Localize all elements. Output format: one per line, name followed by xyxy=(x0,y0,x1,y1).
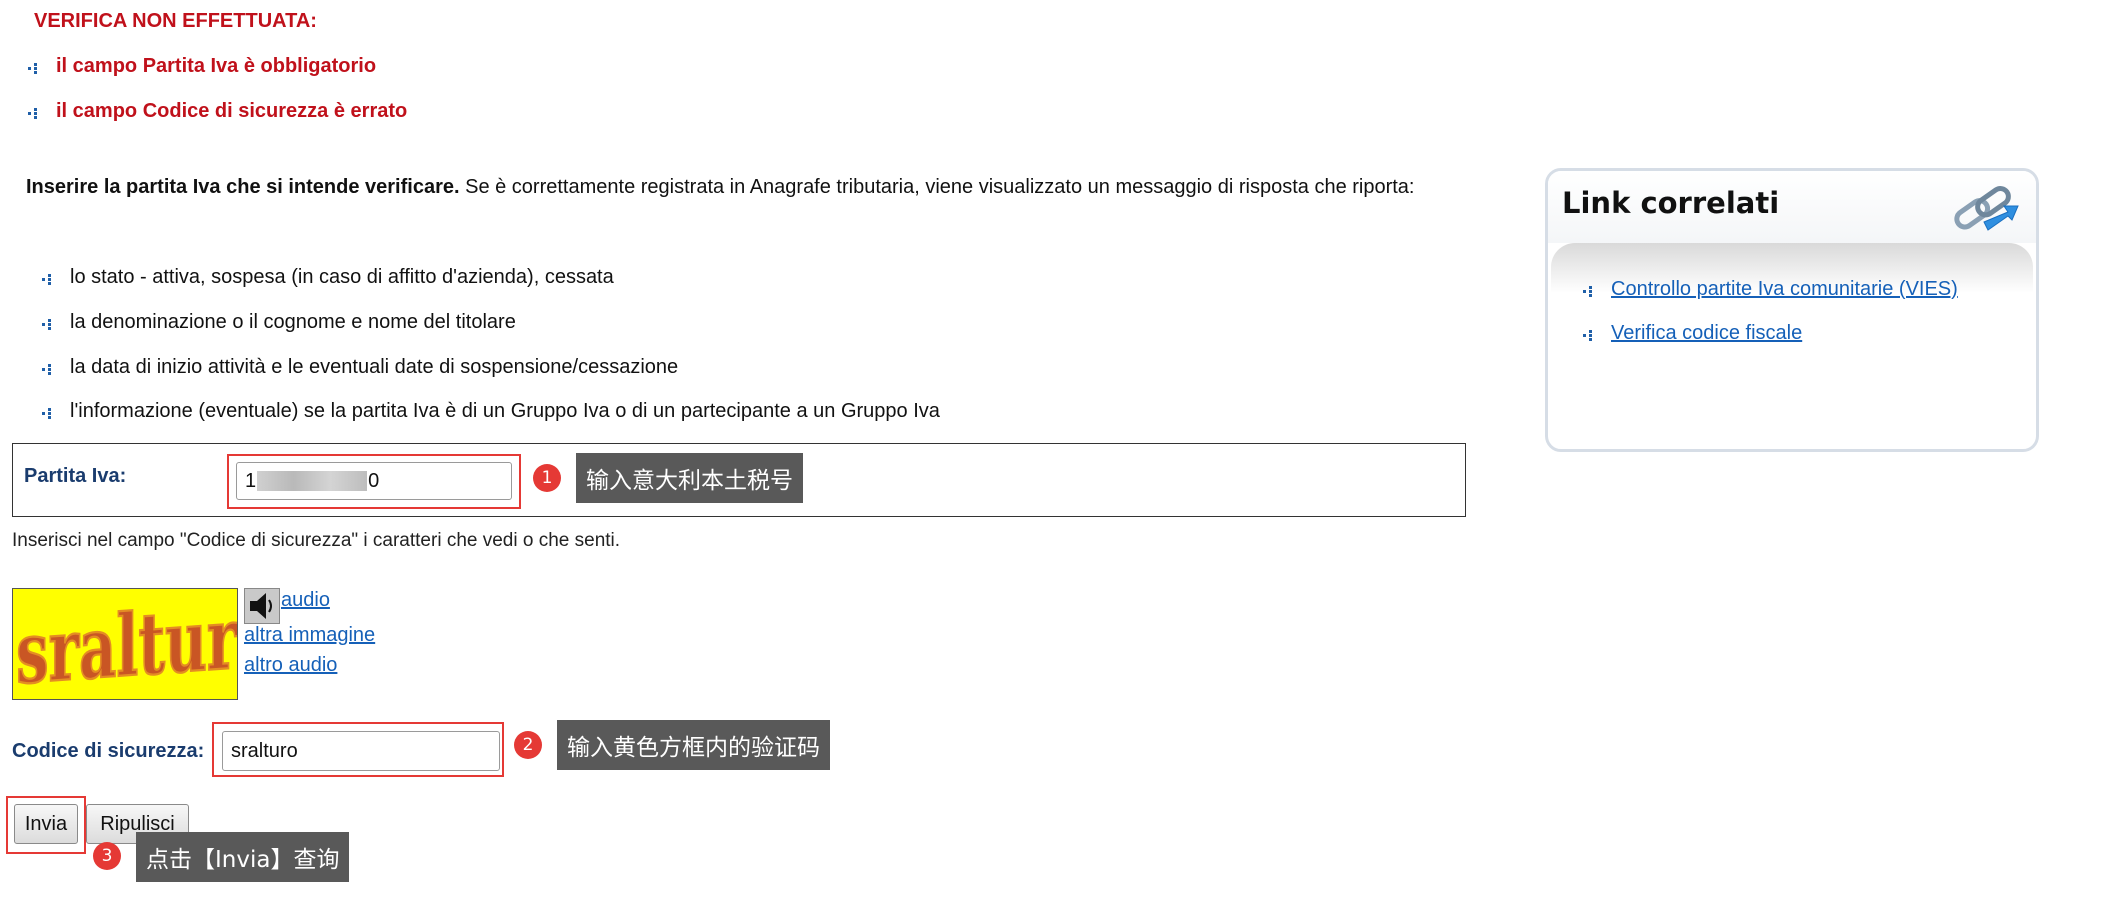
security-code-value: sralturo xyxy=(231,739,298,762)
piva-value-end: 0 xyxy=(368,469,380,492)
intro-paragraph: Inserire la partita Iva che si intende v… xyxy=(26,172,1446,202)
captcha-graphic: sralturo xyxy=(15,589,238,700)
bullet-icon xyxy=(1583,283,1597,297)
intro-rest: Se è correttamente registrata in Anagraf… xyxy=(459,176,1415,198)
bullet-icon xyxy=(42,405,56,419)
error-title: VERIFICA NON EFFETTUATA: xyxy=(34,10,317,32)
bullet-icon xyxy=(28,60,42,74)
captcha-letters: sralturo xyxy=(16,589,238,700)
step-1-badge: 1 xyxy=(533,464,561,492)
related-link-item[interactable]: Verifica codice fiscale xyxy=(1583,322,1802,345)
related-links-title: Link correlati xyxy=(1562,186,1780,220)
other-image-link[interactable]: altra immagine xyxy=(244,624,375,647)
info-item: la data di inizio attività e le eventual… xyxy=(42,356,678,379)
error-text: il campo Partita Iva è obbligatorio xyxy=(56,55,377,77)
piva-label: Partita Iva: xyxy=(24,465,127,487)
captcha-hint: Inserisci nel campo "Codice di sicurezza… xyxy=(12,530,621,551)
info-item: lo stato - attiva, sospesa (in caso di a… xyxy=(42,266,614,289)
chain-link-icon xyxy=(1948,176,2020,240)
vies-link[interactable]: Controllo partite Iva comunitarie (VIES) xyxy=(1611,278,1958,301)
other-audio-link[interactable]: altro audio xyxy=(244,654,337,677)
captcha-image: sralturo xyxy=(12,588,238,700)
piva-input[interactable]: 10 xyxy=(236,462,512,500)
codice-fiscale-link[interactable]: Verifica codice fiscale xyxy=(1611,322,1802,345)
speaker-icon[interactable] xyxy=(244,588,280,624)
error-item: il campo Codice di sicurezza è errato xyxy=(28,100,407,123)
bullet-icon xyxy=(28,105,42,119)
info-item: l'informazione (eventuale) se la partita… xyxy=(42,400,940,423)
step-2-badge: 2 xyxy=(514,731,542,759)
redacted-blur xyxy=(257,471,368,491)
bullet-icon xyxy=(1583,327,1597,341)
bullet-icon xyxy=(42,361,56,375)
step-1-tooltip: 输入意大利本土税号 xyxy=(576,453,803,503)
error-item: il campo Partita Iva è obbligatorio xyxy=(28,55,376,78)
intro-bold: Inserire la partita Iva che si intende v… xyxy=(26,176,460,198)
info-text: la data di inizio attività e le eventual… xyxy=(70,356,679,378)
step-3-badge: 3 xyxy=(93,842,121,870)
audio-link[interactable]: audio xyxy=(281,589,330,612)
info-text: la denominazione o il cognome e nome del… xyxy=(70,311,516,333)
related-link-item[interactable]: Controllo partite Iva comunitarie (VIES) xyxy=(1583,278,1958,301)
info-text: lo stato - attiva, sospesa (in caso di a… xyxy=(70,266,614,288)
submit-button[interactable]: Invia xyxy=(14,804,78,844)
piva-value-start: 1 xyxy=(245,469,257,492)
info-text: l'informazione (eventuale) se la partita… xyxy=(70,400,940,422)
error-text: il campo Codice di sicurezza è errato xyxy=(56,100,408,122)
bullet-icon xyxy=(42,271,56,285)
step-3-tooltip: 点击【Invia】查询 xyxy=(136,832,350,882)
step-2-tooltip: 输入黄色方框内的验证码 xyxy=(557,720,830,770)
security-code-label: Codice di sicurezza: xyxy=(12,740,205,762)
security-code-input[interactable]: sralturo xyxy=(222,731,500,771)
info-item: la denominazione o il cognome e nome del… xyxy=(42,311,516,334)
bullet-icon xyxy=(42,316,56,330)
